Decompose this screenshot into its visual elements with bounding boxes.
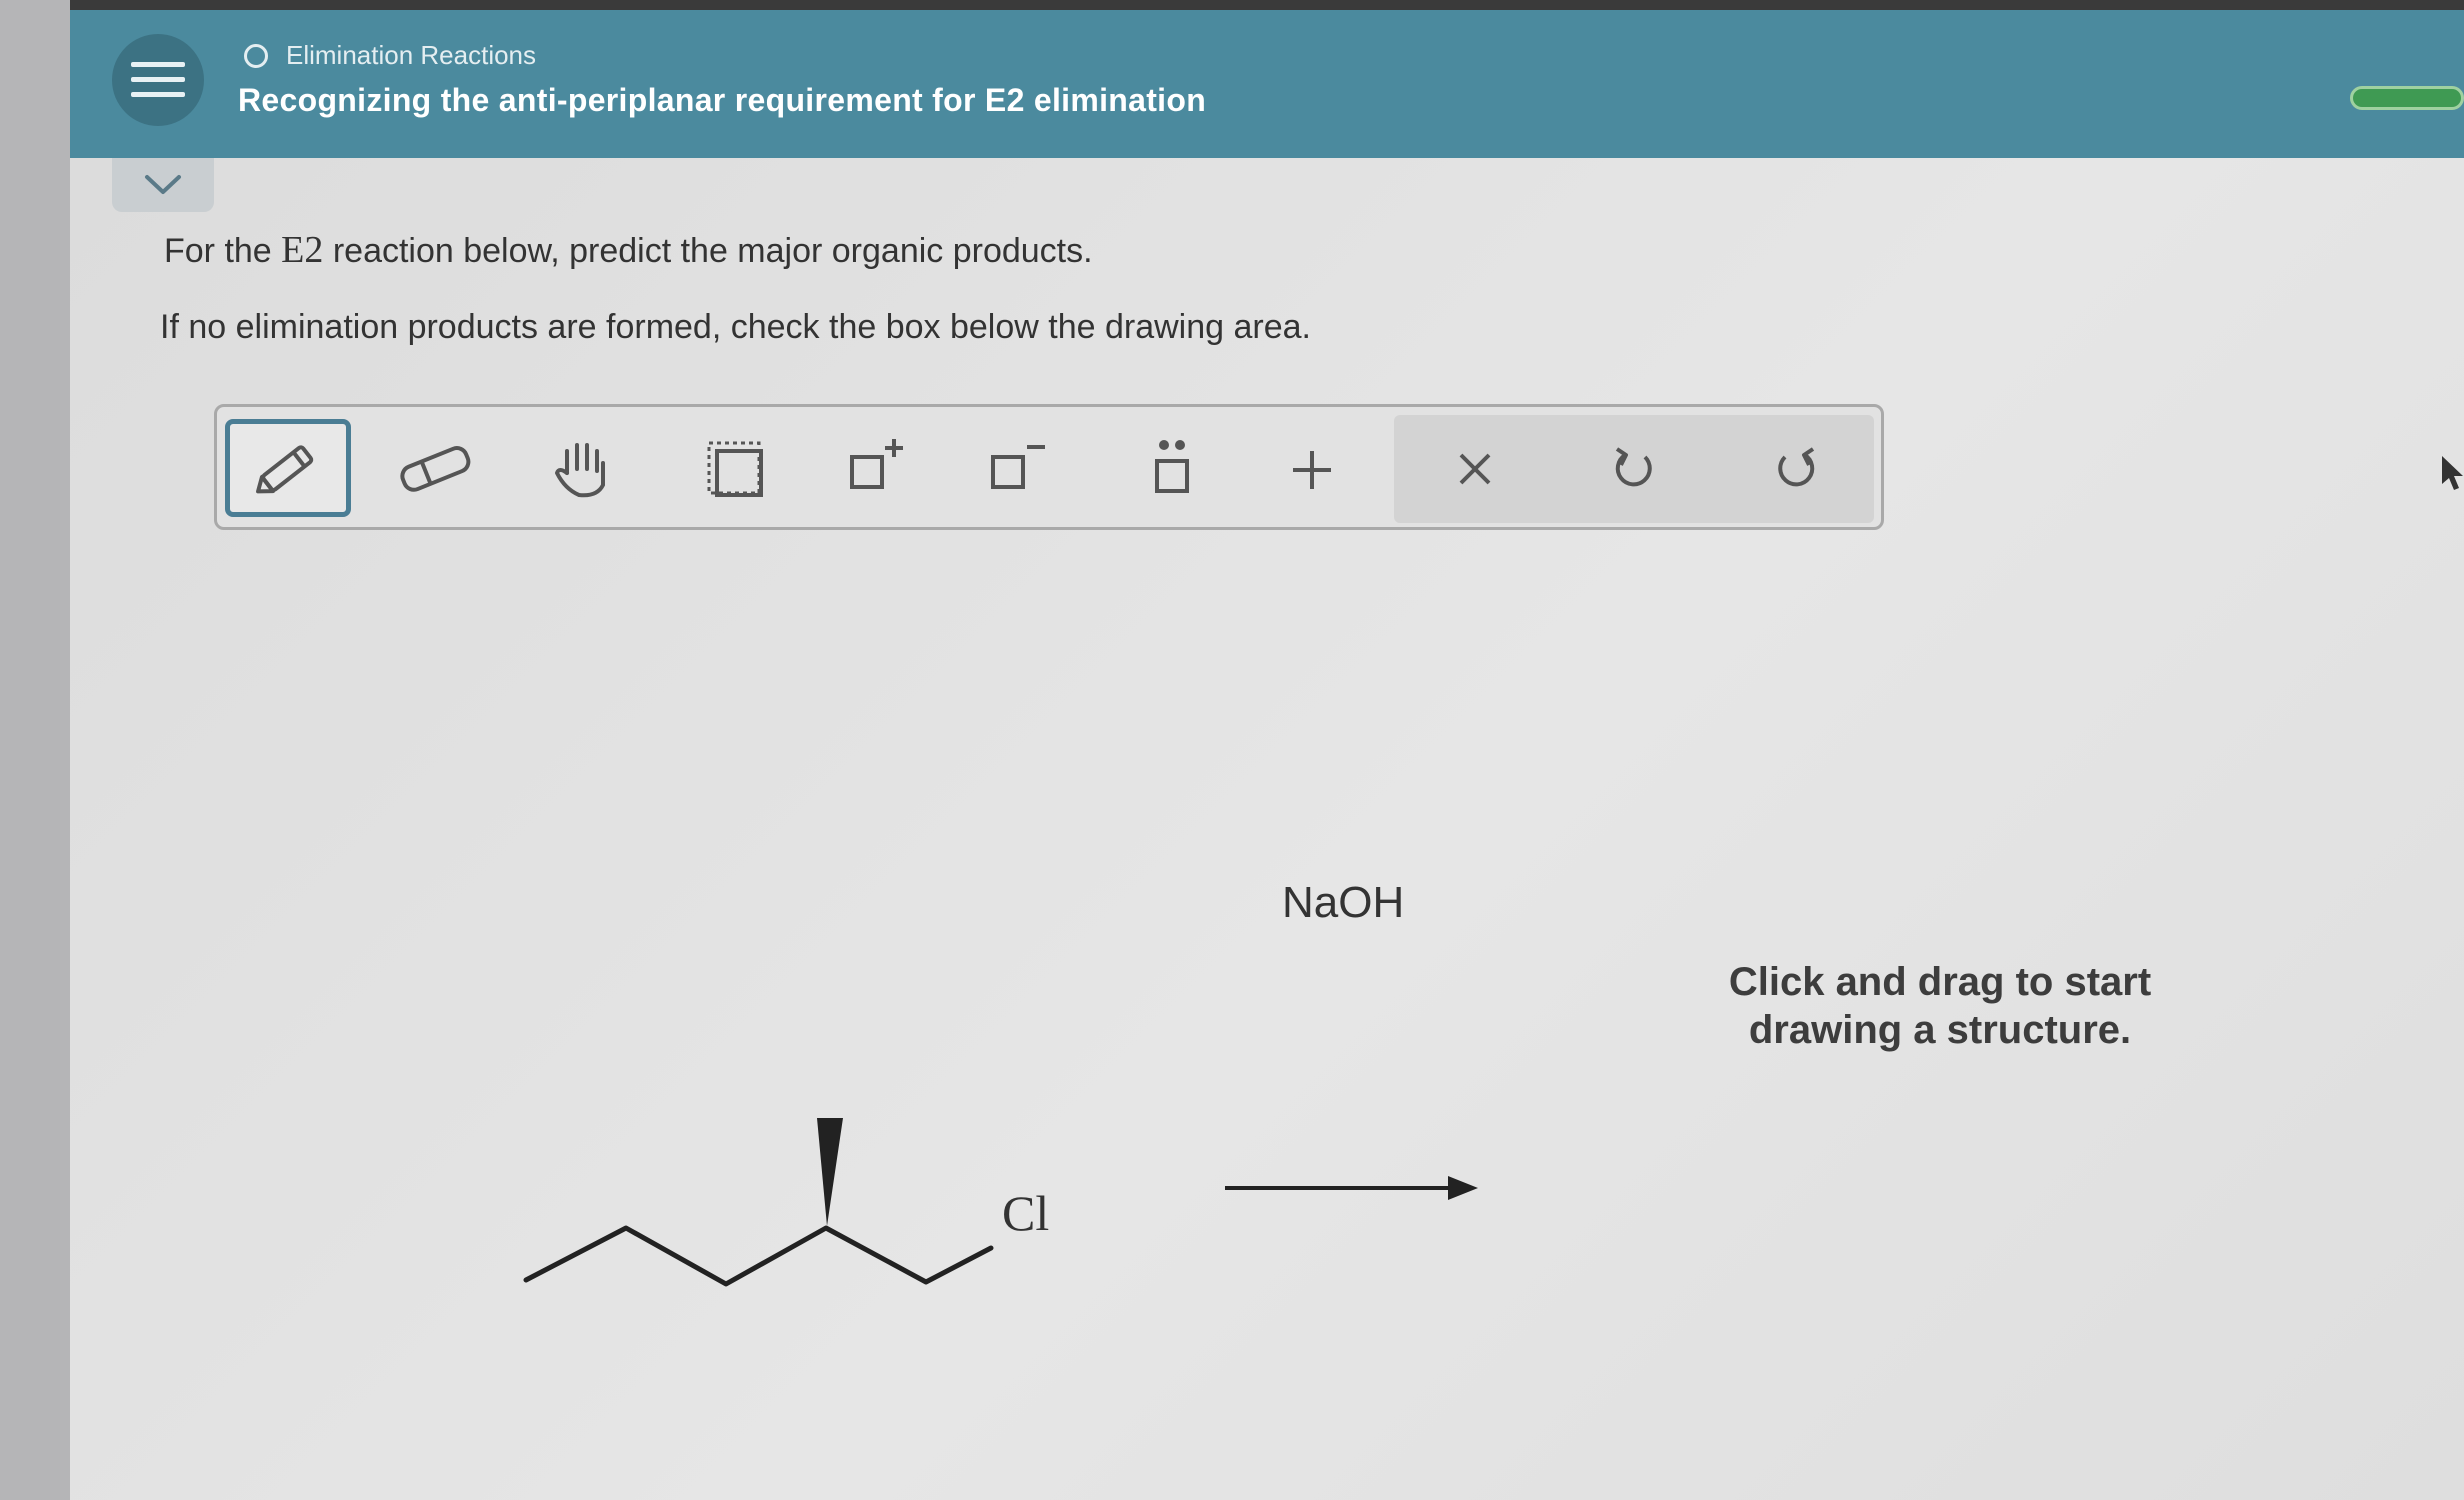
main-content: For the E2 reaction below, predict the m… xyxy=(70,158,2464,1500)
add-reaction-button[interactable] xyxy=(1249,419,1375,517)
action-button-group xyxy=(1394,415,1874,523)
page-title: Recognizing the anti-periplanar requirem… xyxy=(238,82,1207,118)
question-prefix: For the xyxy=(164,232,282,270)
canvas-hint: Click and drag to start drawing a struct… xyxy=(1728,960,2152,1052)
close-icon xyxy=(1459,453,1491,485)
pencil-tool-button[interactable] xyxy=(225,419,351,517)
negative-charge-button[interactable] xyxy=(954,419,1080,517)
redo-button[interactable] xyxy=(1732,421,1858,519)
progress-indicator xyxy=(2350,86,2464,110)
reactant-structure: Cl xyxy=(523,1118,1049,1287)
topic-status-icon xyxy=(244,43,268,68)
pencil-icon xyxy=(256,445,314,494)
reaction-arrow xyxy=(1225,1176,1478,1200)
lone-pair-button[interactable] xyxy=(1109,419,1235,517)
hand-tool-button[interactable] xyxy=(522,419,648,517)
charge-plus-icon xyxy=(850,439,903,489)
eraser-tool-button[interactable] xyxy=(372,419,498,517)
hamburger-icon xyxy=(131,62,185,97)
menu-button[interactable] xyxy=(112,34,204,126)
undo-button[interactable] xyxy=(1572,421,1698,519)
wedge-bond xyxy=(817,1118,843,1226)
chlorine-label: Cl xyxy=(1002,1185,1049,1241)
breadcrumb: Elimination Reactions xyxy=(244,40,536,71)
eraser-icon xyxy=(400,446,471,492)
mouse-pointer-icon xyxy=(2442,456,2463,490)
hand-icon xyxy=(555,443,605,498)
carbon-skeleton xyxy=(523,1225,994,1287)
plus-icon xyxy=(1293,451,1331,489)
redo-icon xyxy=(1778,447,1815,487)
e2-label: E2 xyxy=(281,229,324,271)
select-icon xyxy=(707,441,763,497)
reagent-label: NaOH xyxy=(1282,878,1405,927)
lone-pair-icon xyxy=(1155,440,1189,493)
collapse-button[interactable] xyxy=(112,158,214,212)
charge-minus-icon xyxy=(991,445,1045,489)
chevron-down-icon xyxy=(145,175,181,194)
page-header: Elimination Reactions Recognizing the an… xyxy=(70,10,2464,158)
clear-button[interactable] xyxy=(1412,421,1538,519)
question-line-2: If no elimination products are formed, c… xyxy=(160,308,1311,346)
undo-icon xyxy=(1615,447,1652,487)
question-suffix: reaction below, predict the major organi… xyxy=(323,232,1093,270)
positive-charge-button[interactable] xyxy=(813,419,939,517)
breadcrumb-topic: Elimination Reactions xyxy=(286,40,537,70)
drawing-toolbar xyxy=(214,404,1884,530)
question-line-1: For the E2 reaction below, predict the m… xyxy=(164,228,1093,272)
select-tool-button[interactable] xyxy=(672,419,798,517)
left-margin-strip xyxy=(0,0,70,1500)
